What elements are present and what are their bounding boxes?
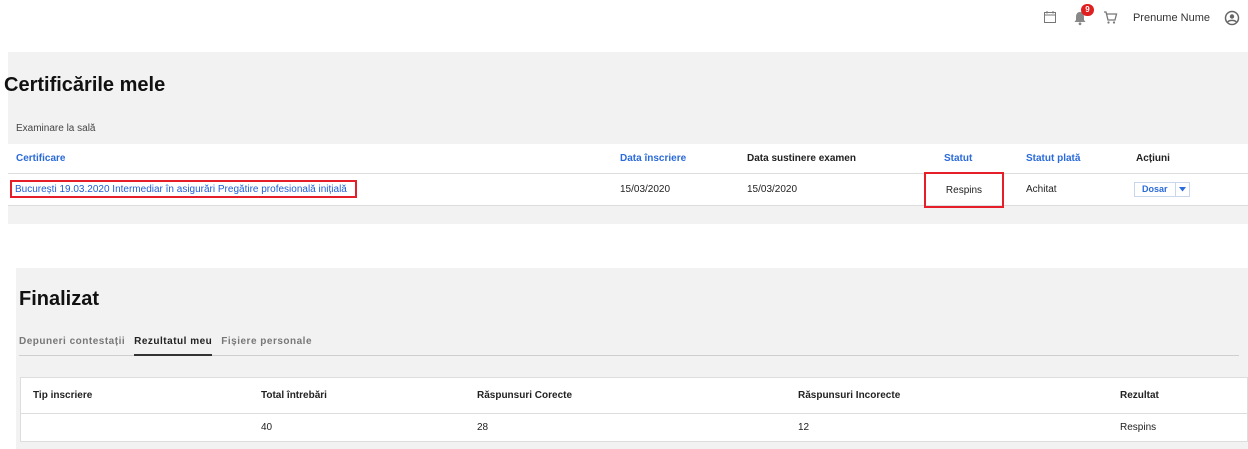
tab-rezultatul-meu[interactable]: Rezultatul meu [134,334,213,356]
cell-corecte: 28 [477,422,489,433]
user-name[interactable]: Prenume Nume [1133,12,1210,24]
cell-data-sustinere: 15/03/2020 [747,184,798,195]
cropped-header-label: ▁▁▁ ▁▁▁▁▁ ▁▁▁▁ ▁▁▁▁ ▁▁▁▁▁ ▁▁▁▁ ▁▁▁▁▁ [268,0,788,4]
col-data-inscriere[interactable]: Data înscriere [620,144,686,173]
tab-fisiere-personale[interactable]: Fișiere personale [221,334,312,355]
dosar-button[interactable]: Dosar [1135,183,1175,196]
certificates-panel: Certificările mele Examinare la sală Cer… [4,52,1248,224]
cell-incorecte: 12 [798,422,810,433]
col-tip-inscriere: Tip inscriere [33,390,93,401]
notifications-button[interactable]: 9 [1073,4,1094,26]
certificates-table: Certificare Data înscriere Data sustiner… [8,144,1248,208]
certificates-subtitle: Examinare la sală [16,123,96,134]
dosar-dropdown: Dosar [1134,174,1190,205]
col-actiuni: Acțiuni [1136,153,1170,164]
calendar-icon[interactable] [1043,10,1059,26]
results-table-header: Tip inscriere Total întrebări Răspunsuri… [21,378,1247,414]
col-rezultat: Rezultat [1120,390,1159,401]
certificates-table-header: Certificare Data înscriere Data sustiner… [8,144,1248,174]
col-data-sustinere: Data sustinere examen [747,153,856,164]
col-raspunsuri-corecte: Răspunsuri Corecte [477,390,573,401]
cell-statut-plata: Achitat [1026,184,1057,195]
status-value: Respins [945,184,983,196]
status-highlight-box: Respins [924,172,1004,208]
cell-rezultat: Respins [1120,422,1157,433]
cell-total: 40 [261,422,273,433]
notification-badge: 9 [1080,4,1094,16]
tab-depuneri-contestatii[interactable]: Depuneri contestații [19,334,125,355]
account-icon[interactable] [1224,10,1240,26]
col-total-intrebari: Total întrebări [261,390,327,401]
dosar-dropdown-toggle[interactable] [1174,183,1189,196]
table-row: 40 28 12 Respins [21,414,1247,441]
caret-down-icon [1178,187,1186,192]
results-table: Tip inscriere Total întrebări Răspunsuri… [20,377,1248,442]
highlight-box: București 19.03.2020 Intermediar în asig… [10,180,357,198]
finalizat-panel: Finalizat Depuneri contestații Rezultatu… [16,268,1248,449]
finalizat-tabs: Depuneri contestații Rezultatul meu Fiși… [19,334,1239,356]
col-statut-plata[interactable]: Statut plată [1026,144,1080,173]
dosar-button-group: Dosar [1134,182,1190,197]
cell-data-inscriere: 15/03/2020 [620,184,671,195]
col-statut[interactable]: Statut [944,144,972,173]
status-highlight: Respins [924,172,1004,208]
col-certificare[interactable]: Certificare [16,144,65,173]
table-row: București 19.03.2020 Intermediar în asig… [8,172,1248,208]
top-bar: ▁▁▁ ▁▁▁▁▁ ▁▁▁▁ ▁▁▁▁ ▁▁▁▁▁ ▁▁▁▁ ▁▁▁▁▁ 9 P… [0,0,1248,50]
certificate-link[interactable]: București 19.03.2020 Intermediar în asig… [15,184,347,195]
col-raspunsuri-incorecte: Răspunsuri Incorecte [798,390,901,401]
finalizat-title: Finalizat [19,288,100,310]
certificates-title: Certificările mele [4,74,166,96]
cart-icon[interactable] [1103,10,1119,26]
header-actions: 9 Prenume Nume [1043,4,1240,26]
cropped-header-text: ▁▁▁ ▁▁▁▁▁ ▁▁▁▁ ▁▁▁▁ ▁▁▁▁▁ ▁▁▁▁ ▁▁▁▁▁ [268,0,788,4]
certificate-link-highlight: București 19.03.2020 Intermediar în asig… [10,180,357,198]
